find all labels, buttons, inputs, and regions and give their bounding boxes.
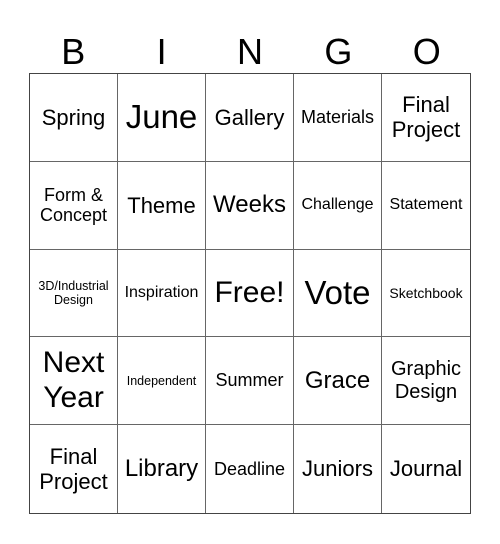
cell-label: Free! [214,275,285,309]
bingo-cell[interactable]: Journal [382,425,470,513]
cell-label: Juniors [302,456,373,482]
cell-label: Gallery [214,104,285,130]
bingo-cell[interactable]: Statement [382,162,470,250]
bingo-header: B I N G O [29,30,471,74]
bingo-cell[interactable]: Graphic Design [382,337,470,426]
bingo-cell[interactable]: Grace [294,337,382,426]
cell-label: Challenge [301,196,374,213]
header-letter-b: B [61,31,86,72]
cell-label: Grace [304,366,371,394]
header-letter-g: G [324,31,353,72]
bingo-cell[interactable]: 3D/Industrial Design [30,249,118,338]
header-letter-n: N [236,31,263,72]
bingo-cell[interactable]: Final Project [30,425,118,513]
bingo-cell[interactable]: Weeks [206,161,294,250]
header-letter-i: I [156,31,167,72]
bingo-cell[interactable]: Gallery [206,74,294,162]
cell-label: Materials [300,107,375,128]
bingo-cell[interactable]: June [118,74,206,162]
bingo-cell[interactable]: Vote [294,249,382,338]
cell-label: Sketchbook [389,284,463,301]
bingo-cell[interactable]: Deadline [206,425,294,513]
bingo-cell[interactable]: Library [118,425,206,513]
bingo-cell[interactable]: Challenge [294,161,382,250]
bingo-cell[interactable]: Theme [118,161,206,250]
cell-label: June [125,98,198,136]
cell-label: Statement [389,196,463,213]
cell-label: Inspiration [124,283,199,301]
cell-label: 3D/Industrial Design [38,278,109,307]
bingo-cell[interactable]: Form & Concept [30,161,118,250]
cell-label: Journal [389,456,463,482]
header-letter-o: O [412,31,441,72]
cell-label: Graphic Design [390,357,462,403]
cell-label: Weeks [213,191,286,219]
bingo-cell[interactable]: Next Year [30,337,118,426]
bingo-cell[interactable]: Final Project [382,74,470,162]
cell-label: Theme [127,192,196,218]
cell-label: Next Year [42,346,105,414]
bingo-cell[interactable]: Summer [206,337,294,426]
cell-label: Vote [304,274,371,312]
cell-label: Deadline [213,458,286,479]
bingo-cell[interactable]: Sketchbook [382,250,470,338]
cell-label: Final Project [391,92,461,143]
bingo-cell-free[interactable]: Free! [206,249,294,338]
cell-label: Form & Concept [39,184,108,226]
bingo-cell[interactable]: Spring [30,74,118,162]
cell-label: Final Project [39,443,108,495]
bingo-cell[interactable]: Inspiration [118,249,206,338]
bingo-cell[interactable]: Juniors [294,425,382,513]
bingo-cell[interactable]: Materials [294,74,382,162]
cell-label: Independent [126,373,197,388]
bingo-grid: Spring June Gallery Materials Final Project F… [29,73,471,514]
bingo-cell[interactable]: Independent [118,337,206,426]
cell-label: Library [124,455,199,483]
cell-label: Summer [215,370,284,391]
cell-label: Spring [41,104,106,130]
